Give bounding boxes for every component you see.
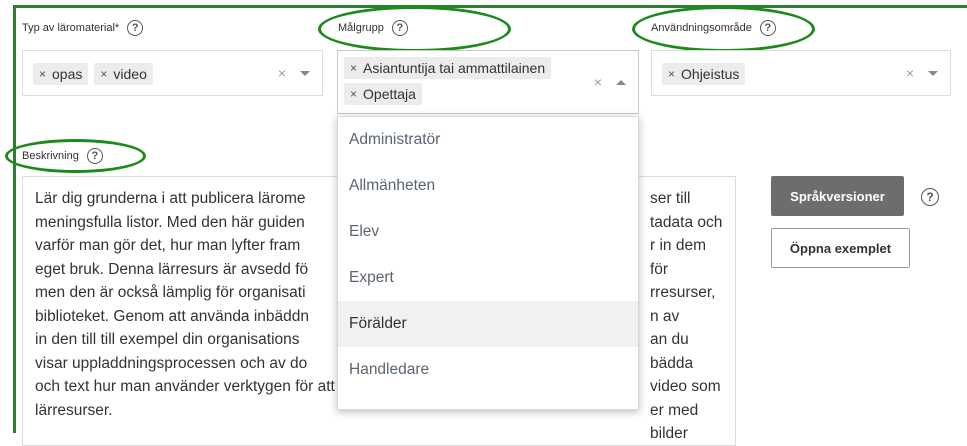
audience-chip-2[interactable]: × Opettaja [344, 83, 422, 105]
open-example-button[interactable]: Öppna exemplet [771, 228, 910, 268]
description-help-icon[interactable]: ? [86, 148, 103, 164]
audience-dropdown-menu: Administratör Allmänheten Elev Expert Fö… [337, 116, 639, 410]
type-label: Typ av läromaterial* [22, 22, 120, 34]
dropdown-option[interactable]: Administratör [338, 117, 638, 163]
chip-remove-icon[interactable]: × [100, 67, 107, 81]
frame-border-left [13, 5, 16, 433]
chip-remove-icon[interactable]: × [350, 61, 357, 75]
dropdown-option[interactable]: Allmänheten [338, 163, 638, 209]
usage-chip-1[interactable]: × Ohjeistus [662, 63, 746, 85]
type-chip-2[interactable]: × video [94, 63, 153, 85]
audience-select[interactable]: × Asiantuntija tai ammattilainen × Opettaj… [337, 50, 639, 114]
annotation-ellipse-usage [632, 6, 815, 52]
description-label-row: Beskrivning ? [22, 148, 103, 164]
language-versions-help-icon[interactable]: ? [921, 188, 939, 206]
language-versions-button[interactable]: Språkversioner [771, 176, 904, 216]
chip-remove-icon[interactable]: × [350, 87, 357, 101]
chip-remove-icon[interactable]: × [39, 67, 46, 81]
audience-chip-1[interactable]: × Asiantuntija tai ammattilainen [344, 57, 552, 79]
chevron-up-icon[interactable] [616, 79, 626, 85]
chevron-down-icon[interactable] [928, 70, 938, 76]
chevron-down-icon[interactable] [300, 70, 310, 76]
usage-select[interactable]: × Ohjeistus × [651, 50, 951, 96]
type-chip-1[interactable]: × opas [33, 63, 89, 85]
annotation-ellipse-audience [318, 6, 511, 52]
dropdown-option-highlighted[interactable]: Förälder [338, 301, 638, 347]
chip-remove-icon[interactable]: × [668, 67, 675, 81]
dropdown-option[interactable]: Expert [338, 255, 638, 301]
clear-icon[interactable]: × [594, 74, 602, 90]
dropdown-option[interactable]: Handledare [338, 347, 638, 393]
type-label-row: Typ av läromaterial* ? [22, 20, 144, 36]
dropdown-option[interactable]: Elev [338, 209, 638, 255]
frame-border-top [13, 5, 967, 8]
clear-icon[interactable]: × [278, 65, 286, 81]
type-help-icon[interactable]: ? [127, 20, 144, 36]
description-label: Beskrivning [22, 150, 79, 162]
clear-icon[interactable]: × [906, 65, 914, 81]
description-right-column: ser till tadata och r in dem för rresurs… [650, 190, 723, 442]
type-select[interactable]: × opas × video × [22, 50, 323, 96]
